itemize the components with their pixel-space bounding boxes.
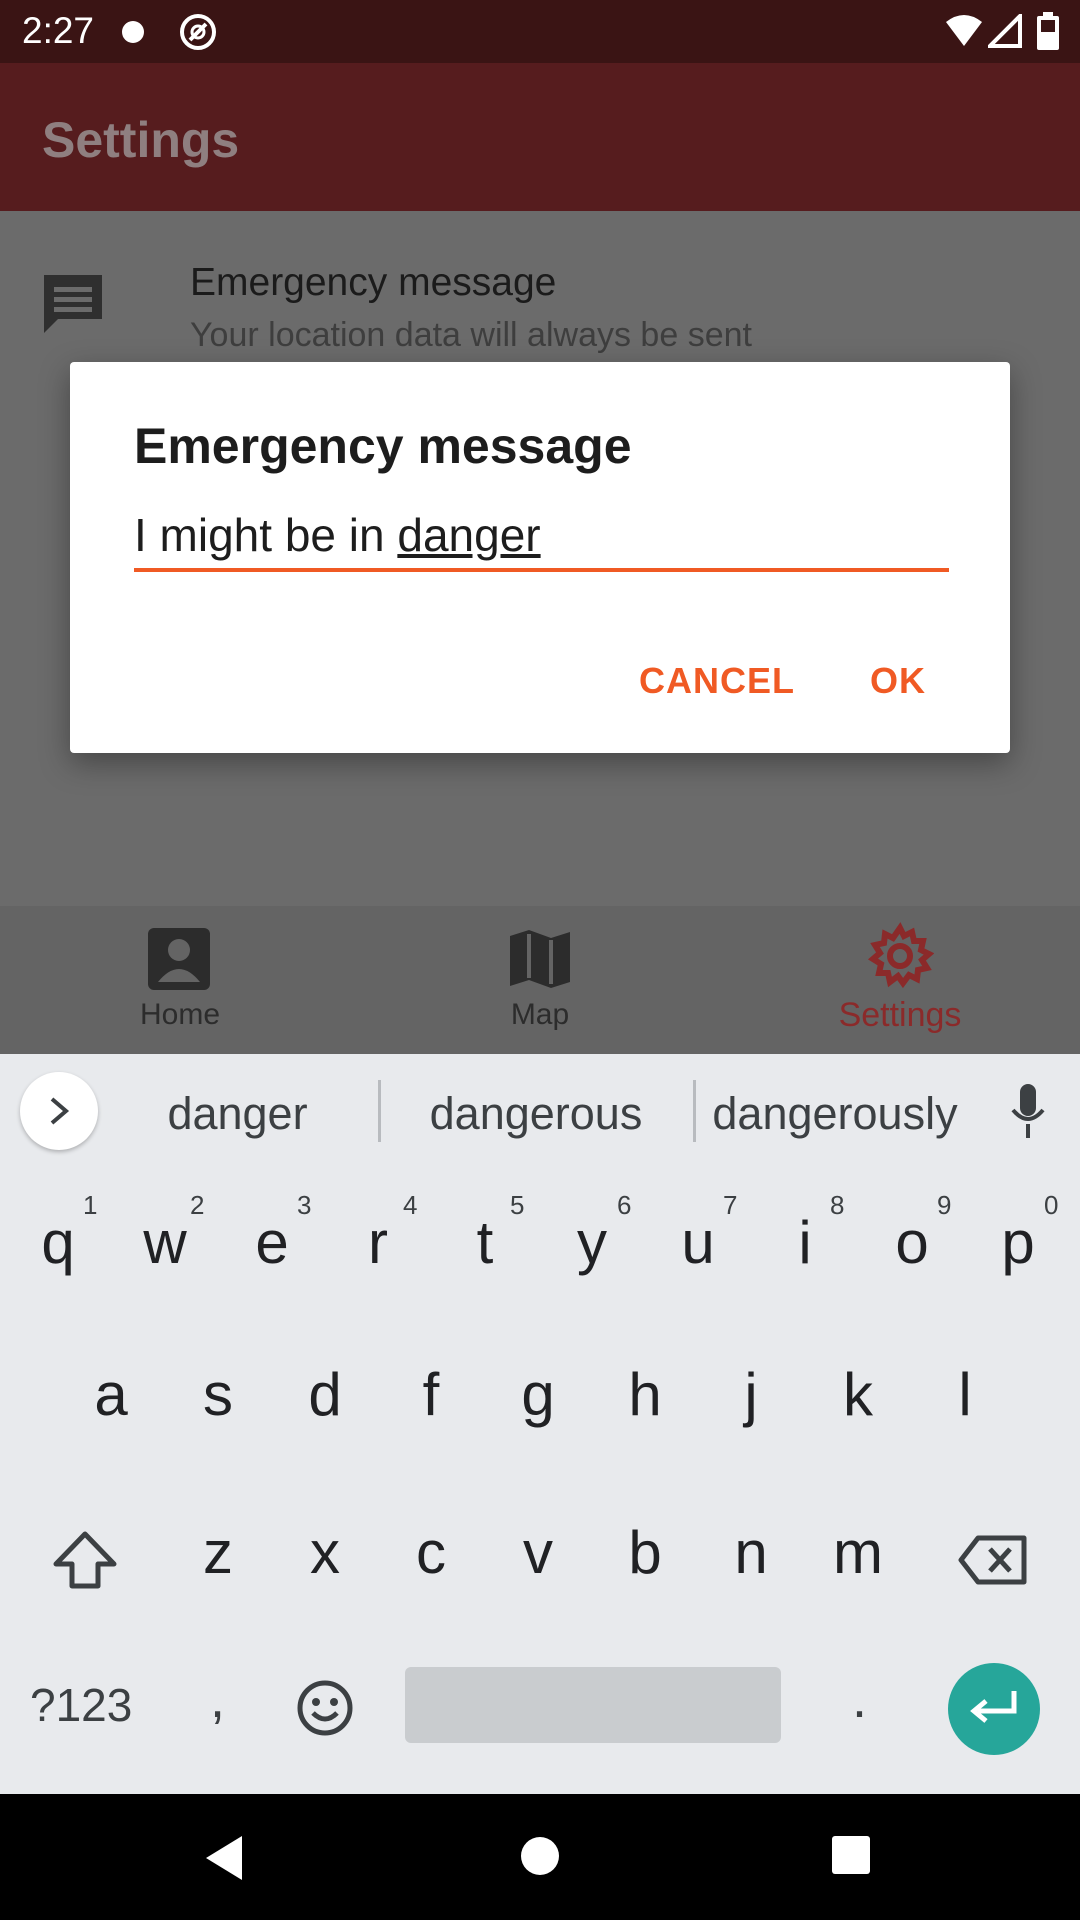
key-m[interactable]: m bbox=[808, 1518, 908, 1587]
key-hint: 7 bbox=[723, 1190, 738, 1220]
key-b[interactable]: b bbox=[595, 1518, 695, 1587]
nav-label-home: Home bbox=[139, 998, 221, 1031]
backspace-icon[interactable] bbox=[958, 1534, 1028, 1586]
nav-label-settings: Settings bbox=[838, 996, 962, 1034]
key-hint: 0 bbox=[1044, 1190, 1059, 1220]
emergency-message-dialog: Emergency message I might be in danger C… bbox=[70, 362, 1010, 753]
nav-item-home[interactable]: Home bbox=[0, 906, 360, 1054]
key-l[interactable]: l bbox=[915, 1360, 1015, 1429]
key-hint: 1 bbox=[83, 1190, 98, 1220]
key-comma[interactable]: , bbox=[210, 1668, 225, 1730]
preference-emergency-message[interactable]: Emergency message Your location data wil… bbox=[0, 211, 1080, 361]
key-s[interactable]: s bbox=[168, 1360, 268, 1429]
nav-item-map[interactable]: Map bbox=[360, 906, 720, 1054]
key-hint: 5 bbox=[510, 1190, 525, 1220]
key-k[interactable]: k bbox=[808, 1360, 908, 1429]
home-icon[interactable] bbox=[518, 1834, 562, 1878]
keyboard: q w e r t y u i o p 1 2 3 4 5 6 7 8 9 0 … bbox=[0, 1168, 1080, 1794]
ok-button[interactable]: OK bbox=[870, 660, 926, 702]
suggestion-3[interactable]: dangerously bbox=[706, 1088, 964, 1140]
emoji-icon[interactable] bbox=[296, 1679, 354, 1737]
key-hint: 3 bbox=[297, 1190, 312, 1220]
key-h[interactable]: h bbox=[595, 1360, 695, 1429]
back-icon[interactable] bbox=[202, 1834, 246, 1882]
enter-button[interactable] bbox=[948, 1663, 1040, 1755]
emergency-message-input[interactable]: I might be in danger bbox=[134, 508, 949, 572]
nav-label-map: Map bbox=[510, 998, 570, 1031]
key-hint: 6 bbox=[617, 1190, 632, 1220]
key-v[interactable]: v bbox=[488, 1518, 588, 1587]
input-composing-text: danger bbox=[397, 509, 541, 561]
bottom-navigation: Home Map Settings bbox=[0, 906, 1080, 1054]
status-bar: 2:27 bbox=[0, 0, 1080, 63]
key-period[interactable]: . bbox=[852, 1668, 867, 1730]
chevron-right-icon bbox=[50, 1097, 70, 1125]
preference-title: Emergency message bbox=[190, 261, 557, 304]
key-j[interactable]: j bbox=[701, 1360, 801, 1429]
cancel-button[interactable]: CANCEL bbox=[639, 660, 795, 702]
key-hint: 4 bbox=[403, 1190, 418, 1220]
key-hint: 9 bbox=[937, 1190, 952, 1220]
map-icon bbox=[510, 930, 570, 988]
nav-item-settings[interactable]: Settings bbox=[720, 906, 1080, 1054]
key-x[interactable]: x bbox=[275, 1518, 375, 1587]
system-navigation-bar bbox=[0, 1794, 1080, 1920]
notification-dot-icon bbox=[122, 21, 144, 43]
suggestion-divider bbox=[693, 1080, 696, 1142]
suggestion-strip: danger dangerous dangerously bbox=[0, 1054, 1080, 1168]
battery-icon bbox=[1037, 12, 1059, 50]
key-hint: 8 bbox=[830, 1190, 845, 1220]
suggestion-1[interactable]: danger bbox=[130, 1088, 345, 1140]
microphone-icon[interactable] bbox=[1010, 1084, 1046, 1140]
wifi-icon bbox=[946, 15, 982, 46]
enter-arrow-icon bbox=[970, 1691, 1017, 1723]
symbols-key[interactable]: ?123 bbox=[30, 1678, 132, 1732]
recents-icon[interactable] bbox=[830, 1834, 872, 1876]
space-bar[interactable] bbox=[405, 1667, 781, 1743]
key-c[interactable]: c bbox=[381, 1518, 481, 1587]
app-bar: Settings bbox=[0, 63, 1080, 211]
dialog-title: Emergency message bbox=[134, 418, 632, 474]
page-title: Settings bbox=[42, 112, 240, 168]
suggestion-divider bbox=[378, 1080, 381, 1142]
suggestion-2[interactable]: dangerous bbox=[410, 1088, 662, 1140]
shift-icon[interactable] bbox=[52, 1530, 118, 1590]
preference-subtitle: Your location data will always be sent bbox=[190, 316, 752, 354]
key-f[interactable]: f bbox=[381, 1360, 481, 1429]
gear-icon bbox=[867, 922, 934, 989]
key-a[interactable]: a bbox=[61, 1360, 161, 1429]
cellular-signal-icon bbox=[988, 14, 1022, 48]
status-time: 2:27 bbox=[22, 10, 95, 51]
key-g[interactable]: g bbox=[488, 1360, 588, 1429]
expand-toolbar-button[interactable] bbox=[20, 1072, 98, 1150]
key-hint: 2 bbox=[190, 1190, 205, 1220]
key-d[interactable]: d bbox=[275, 1360, 375, 1429]
do-not-disturb-icon bbox=[180, 14, 216, 50]
key-n[interactable]: n bbox=[701, 1518, 801, 1587]
input-text: I might be in bbox=[134, 509, 398, 561]
message-icon bbox=[44, 275, 102, 333]
key-z[interactable]: z bbox=[168, 1518, 268, 1587]
person-icon bbox=[148, 928, 210, 990]
